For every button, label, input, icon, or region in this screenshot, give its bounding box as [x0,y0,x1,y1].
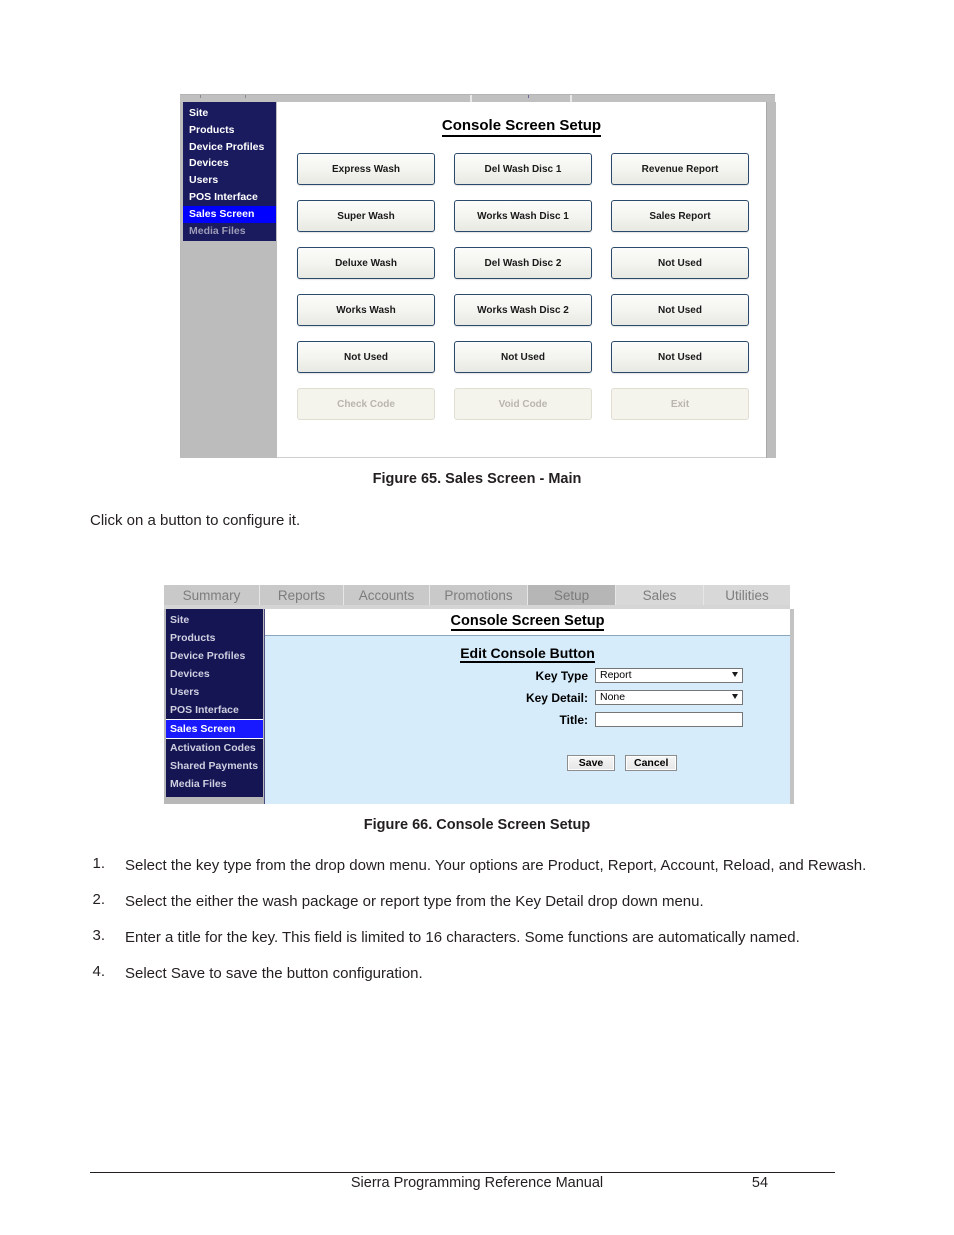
title-label: Title: [559,712,588,727]
key-detail-select[interactable]: None [595,690,743,705]
fig2-sidebar-container: Site Products Device Profiles Devices Us… [164,609,264,804]
fig2-action-buttons: Save Cancel [265,755,790,771]
edit-console-button-title: Edit Console Button [265,645,790,663]
sidebar-item-devices[interactable]: Devices [183,155,276,172]
intro-paragraph: Click on a button to configure it. [90,512,301,529]
fig2-content-area: Console Screen Setup Edit Console Button… [264,609,790,804]
list-item: 2. Select the either the wash package or… [90,891,870,913]
list-item-text: Select the key type from the drop down m… [125,857,867,874]
console-key-button[interactable]: Not Used [297,341,435,373]
key-type-value: Report [600,669,632,681]
sidebar-item-users[interactable]: Users [166,683,263,701]
figure-sales-screen-main: Site Products Device Profiles Devices Us… [180,94,776,458]
chevron-down-icon [732,694,738,699]
console-key-button[interactable]: Works Wash Disc 1 [454,200,592,232]
fig1-sidebar-nav: Site Products Device Profiles Devices Us… [183,102,276,242]
tab-reports[interactable]: Reports [260,585,344,605]
exit-button: Exit [611,388,749,420]
fig2-tab-bar: Summary Reports Accounts Promotions Setu… [164,585,790,605]
console-key-button[interactable]: Works Wash [297,294,435,326]
console-key-button[interactable]: Del Wash Disc 2 [454,247,592,279]
check-code-button: Check Code [297,388,435,420]
sidebar-item-site[interactable]: Site [166,611,263,629]
sidebar-item-site[interactable]: Site [183,105,276,122]
list-item-number: 4. [92,963,105,980]
form-row-key-type: Key Type Report [265,668,790,683]
console-key-button[interactable]: Not Used [454,341,592,373]
console-key-button[interactable]: Works Wash Disc 2 [454,294,592,326]
console-key-button[interactable]: Super Wash [297,200,435,232]
figure-66-caption: Figure 66. Console Screen Setup [363,817,591,833]
sidebar-item-activation-codes[interactable]: Activation Codes [166,739,263,757]
sidebar-item-media-files[interactable]: Media Files [166,775,263,793]
list-item-text: Enter a title for the key. This field is… [125,929,800,946]
fig2-sidebar-nav: Site Products Device Profiles Devices Us… [166,609,263,797]
list-item: 1. Select the key type from the drop dow… [90,855,870,877]
console-key-button[interactable]: Not Used [611,294,749,326]
console-key-button[interactable]: Not Used [611,247,749,279]
list-item-text: Select Save to save the button configura… [125,965,423,982]
save-button[interactable]: Save [567,755,615,771]
console-key-button[interactable]: Revenue Report [611,153,749,185]
sidebar-item-shared-payments[interactable]: Shared Payments [166,757,263,775]
fig2-right-edge-strip [790,609,794,804]
console-key-button[interactable]: Del Wash Disc 1 [454,153,592,185]
edit-console-button-title-text: Edit Console Button [460,645,595,663]
list-item-number: 1. [92,855,105,872]
list-item-number: 2. [92,891,105,908]
tab-promotions[interactable]: Promotions [430,585,528,605]
form-row-title: Title: [265,712,790,727]
fig2-window-body: Site Products Device Profiles Devices Us… [164,609,790,804]
footer-title: Sierra Programming Reference Manual [350,1175,604,1191]
console-key-button[interactable]: Sales Report [611,200,749,232]
tab-accounts[interactable]: Accounts [344,585,430,605]
list-item: 4. Select Save to save the button config… [90,963,870,985]
sidebar-item-device-profiles[interactable]: Device Profiles [166,647,263,665]
console-key-button[interactable]: Express Wash [297,153,435,185]
key-type-select[interactable]: Report [595,668,743,683]
key-type-label: Key Type [535,668,588,683]
sidebar-item-devices[interactable]: Devices [166,665,263,683]
console-key-button[interactable]: Deluxe Wash [297,247,435,279]
fig1-page-title: Console Screen Setup [277,117,766,137]
footer-divider [90,1172,835,1173]
fig1-content-area: Console Screen Setup Express Wash Del Wa… [277,102,766,457]
list-item-text: Select the either the wash package or re… [125,893,704,910]
tab-summary[interactable]: Summary [164,585,260,605]
figure-console-screen-setup: Summary Reports Accounts Promotions Setu… [164,585,794,804]
fig1-console-button-grid: Express Wash Del Wash Disc 1 Revenue Rep… [297,153,749,420]
sidebar-item-device-profiles[interactable]: Device Profiles [183,139,276,156]
fig2-page-header: Console Screen Setup [265,609,790,636]
title-input[interactable] [595,712,743,727]
key-detail-label: Key Detail: [525,690,588,705]
list-item-number: 3. [92,927,105,944]
chevron-down-icon [732,672,738,677]
sidebar-item-products[interactable]: Products [183,122,276,139]
cancel-button[interactable]: Cancel [625,755,678,771]
sidebar-item-media-files[interactable]: Media Files [183,223,276,240]
sidebar-item-sales-screen[interactable]: Sales Screen [166,719,263,739]
sidebar-item-sales-screen[interactable]: Sales Screen [183,205,276,223]
fig1-right-edge-strip [766,102,776,458]
list-item: 3. Enter a title for the key. This field… [90,927,870,949]
fig1-page-title-text: Console Screen Setup [441,117,602,137]
sidebar-item-pos-interface[interactable]: POS Interface [183,189,276,206]
fig1-window-body: Site Products Device Profiles Devices Us… [180,102,766,458]
tab-sales[interactable]: Sales [616,585,704,605]
figure-65-caption: Figure 65. Sales Screen - Main [372,471,582,487]
key-detail-value: None [600,691,626,703]
fig2-page-header-text: Console Screen Setup [450,613,605,631]
void-code-button: Void Code [454,388,592,420]
sidebar-item-products[interactable]: Products [166,629,263,647]
console-key-button[interactable]: Not Used [611,341,749,373]
tab-utilities[interactable]: Utilities [704,585,790,605]
sidebar-item-pos-interface[interactable]: POS Interface [166,701,263,719]
sidebar-item-users[interactable]: Users [183,172,276,189]
footer-page-number: 54 [751,1175,769,1191]
form-row-key-detail: Key Detail: None [265,690,790,705]
tab-setup[interactable]: Setup [528,585,616,605]
steps-list: 1. Select the key type from the drop dow… [90,855,870,999]
fig1-sidebar-container: Site Products Device Profiles Devices Us… [181,102,277,458]
